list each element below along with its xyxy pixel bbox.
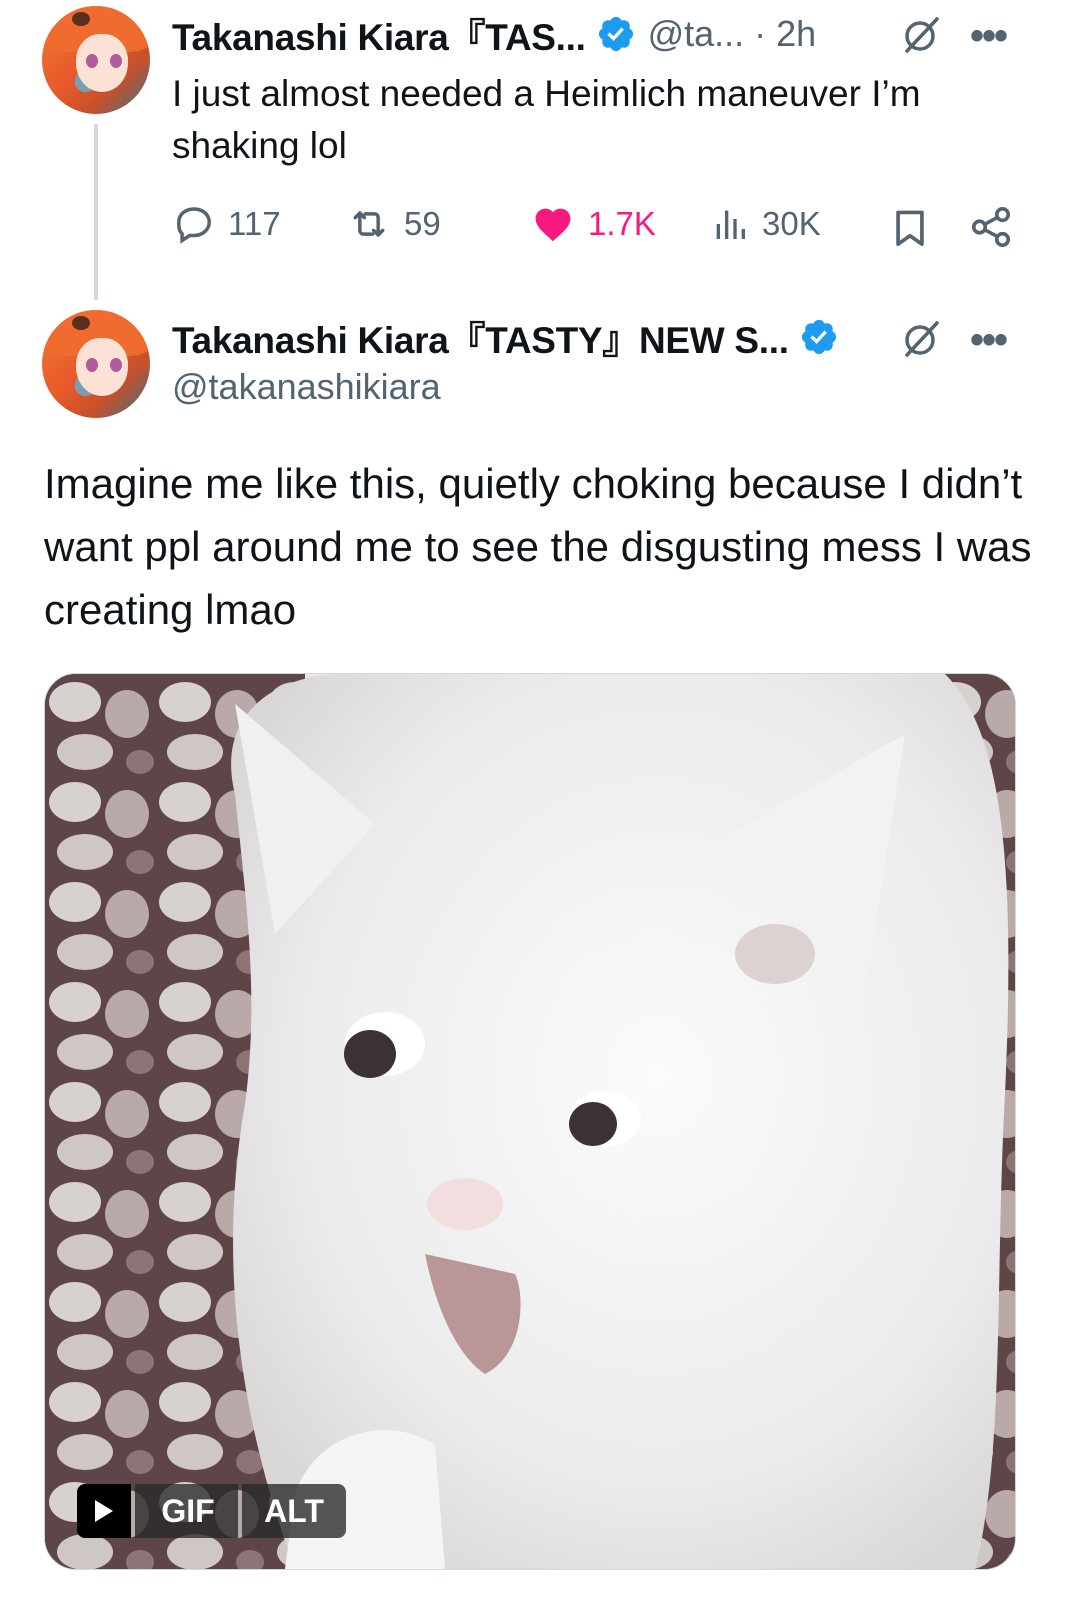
tweet2-header: Takanashi Kiara『TASTY』NEW S... bbox=[172, 315, 839, 361]
repost-button[interactable]: 59 bbox=[346, 202, 441, 246]
views-icon bbox=[716, 210, 745, 239]
author-name[interactable]: Takanashi Kiara『TASTY』NEW S... bbox=[172, 310, 789, 364]
like-button[interactable]: 1.7K bbox=[530, 202, 656, 246]
avatar-eye bbox=[86, 54, 98, 68]
more-icon[interactable]: ••• bbox=[970, 16, 1008, 56]
repost-icon bbox=[353, 211, 385, 237]
bookmark-icon[interactable] bbox=[888, 206, 932, 250]
author-handle[interactable]: @takanashikiara bbox=[172, 366, 441, 408]
play-icon bbox=[95, 1500, 113, 1522]
tweet-text: Imagine me like this, quietly choking be… bbox=[44, 460, 1032, 633]
reply-button[interactable]: 117 bbox=[172, 202, 281, 246]
tweet-text: I just almost needed a Heimlich maneuver… bbox=[172, 73, 921, 166]
like-icon bbox=[535, 208, 571, 242]
avatar-eye bbox=[110, 358, 122, 372]
tweet-media-gif[interactable]: GIF ALT bbox=[44, 673, 1016, 1570]
avatar[interactable] bbox=[42, 6, 150, 114]
avatar[interactable] bbox=[42, 310, 150, 418]
repost-count: 59 bbox=[404, 205, 441, 242]
author-handle[interactable]: @ta... bbox=[648, 13, 745, 55]
thread-line bbox=[94, 124, 98, 300]
grok-icon[interactable] bbox=[901, 15, 941, 55]
media-badges: GIF ALT bbox=[77, 1484, 346, 1538]
timestamp[interactable]: · 2h bbox=[754, 13, 816, 55]
tweet1-header: Takanashi Kiara『TAS... @ta... · 2h bbox=[172, 12, 816, 58]
verified-badge-icon bbox=[598, 16, 633, 52]
avatar-hat bbox=[72, 12, 90, 26]
author-name[interactable]: Takanashi Kiara『TAS... bbox=[172, 7, 586, 61]
views-count: 30K bbox=[762, 205, 821, 242]
grok-icon[interactable] bbox=[901, 319, 941, 359]
cat-gif-image bbox=[45, 674, 1015, 1569]
avatar-eye bbox=[86, 358, 98, 372]
reply-count: 117 bbox=[228, 205, 281, 242]
reply-icon bbox=[177, 207, 211, 244]
share-icon[interactable] bbox=[968, 204, 1014, 250]
alt-text-button[interactable]: ALT bbox=[242, 1484, 346, 1538]
avatar-eye bbox=[110, 54, 122, 68]
like-count: 1.7K bbox=[588, 205, 656, 242]
gif-badge: GIF bbox=[135, 1484, 238, 1538]
views-button[interactable]: 30K bbox=[710, 202, 821, 246]
verified-badge-icon bbox=[801, 319, 836, 355]
avatar-hat bbox=[72, 316, 90, 330]
play-button[interactable] bbox=[77, 1484, 131, 1538]
more-icon[interactable]: ••• bbox=[970, 320, 1008, 360]
